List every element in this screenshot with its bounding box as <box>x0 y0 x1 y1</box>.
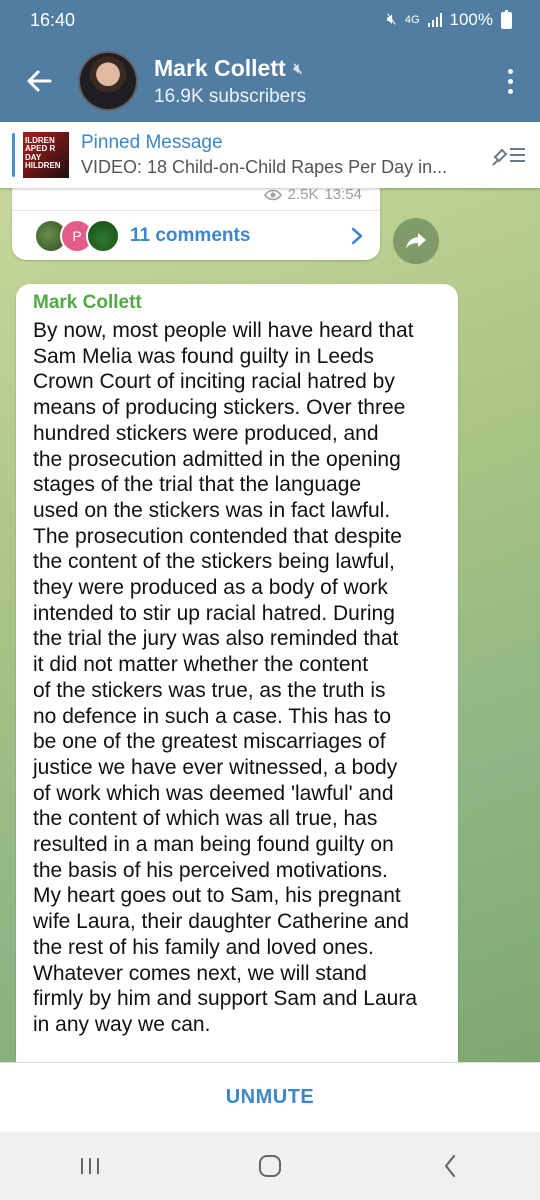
battery-percent: 100% <box>449 10 493 29</box>
top-bar: 16:40 🔇︎ 4G 100% Mark Collett 🔇︎ 16.9K s… <box>0 0 540 122</box>
channel-avatar[interactable] <box>78 51 138 111</box>
bottom-action-bar: UNMUTE <box>0 1062 540 1132</box>
pinned-thumbnail: ILDREN APED R DAY HILDREN <box>23 132 69 178</box>
more-vert-icon[interactable] <box>480 40 540 122</box>
network-type-icon: 4G <box>404 13 420 26</box>
commenter-avatars: P <box>34 218 122 253</box>
eye-icon <box>263 189 282 200</box>
muted-icon: 🔇︎ <box>293 59 303 76</box>
pinned-text: VIDEO: 18 Child-on-Child Rapes Per Day i… <box>81 157 448 177</box>
status-icons: 🔇︎ 4G 100% <box>386 9 512 30</box>
status-time: 16:40 <box>30 9 76 30</box>
back-nav-icon[interactable] <box>410 1132 490 1200</box>
channel-info[interactable]: Mark Collett 🔇︎ 16.9K subscribers <box>154 55 480 108</box>
comments-button[interactable]: P 11 comments <box>12 210 380 260</box>
previous-message-bubble[interactable]: 2.5K 13:54 P 11 comments <box>12 188 380 260</box>
share-icon[interactable] <box>393 218 439 264</box>
channel-name: Mark Collett <box>154 54 286 81</box>
pinned-indicator <box>12 133 15 177</box>
message-author[interactable]: Mark Collett <box>33 292 444 314</box>
status-bar: 16:40 🔇︎ 4G 100% <box>0 0 540 40</box>
battery-icon <box>501 9 512 29</box>
pinned-message-bar[interactable]: ILDREN APED R DAY HILDREN Pinned Message… <box>0 122 540 188</box>
message-meta: 2.5K 13:54 <box>263 188 362 203</box>
unpin-list-icon[interactable] <box>478 143 540 167</box>
avatar <box>86 218 120 253</box>
back-arrow-icon[interactable] <box>0 40 78 122</box>
chat-header: Mark Collett 🔇︎ 16.9K subscribers <box>0 40 540 122</box>
unmute-button[interactable]: UNMUTE <box>226 1086 315 1109</box>
pinned-title: Pinned Message <box>81 132 223 153</box>
subscriber-count: 16.9K subscribers <box>154 85 307 107</box>
message-text: By now, most people will have heard that… <box>33 319 418 1036</box>
chevron-right-icon <box>334 227 380 245</box>
system-nav-bar <box>0 1132 540 1200</box>
message-bubble[interactable]: Mark Collett By now, most people will ha… <box>16 284 458 1062</box>
message-time: 13:54 <box>324 188 362 203</box>
home-icon[interactable] <box>230 1132 310 1200</box>
signal-icon <box>427 13 442 27</box>
chat-area[interactable]: 2.5K 13:54 P 11 comments Mark Collett By… <box>0 188 540 1062</box>
comments-count: 11 comments <box>130 224 251 246</box>
mute-status-icon: 🔇︎ <box>386 11 397 28</box>
recent-apps-icon[interactable] <box>50 1132 130 1200</box>
view-count: 2.5K <box>287 188 319 203</box>
